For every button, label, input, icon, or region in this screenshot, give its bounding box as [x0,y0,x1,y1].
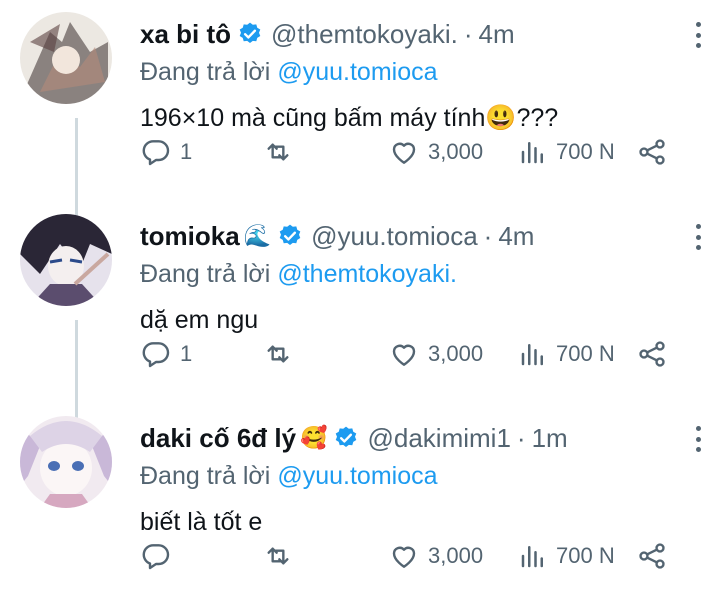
views-button[interactable]: 700 N [518,334,615,374]
heart-icon [392,344,416,366]
reply-button[interactable]: 1 [140,132,192,172]
timestamp[interactable]: 4m [498,221,534,252]
separator-dot: · [463,18,473,49]
retweet-button[interactable] [262,132,302,172]
verified-badge-icon [237,21,263,47]
replying-to-label: Đang trả lời [140,57,271,86]
name-emoji: 🌊 [243,223,272,248]
retweet-button[interactable] [262,334,302,374]
view-count: 700 N [556,341,615,366]
avatar[interactable] [20,416,112,508]
reply-button[interactable] [140,536,180,576]
replying-to: Đang trả lời @yuu.tomioca [140,458,690,494]
replying-to: Đang trả lời @themtokoyaki. [140,256,690,292]
retweet-button[interactable] [262,536,302,576]
replying-to: Đang trả lời @yuu.tomioca [140,54,690,90]
reply-count: 1 [180,139,193,164]
user-handle[interactable]: @dakimimi1 [367,423,510,454]
action-bar: 1 3,000 700 N [140,132,700,172]
share-button[interactable] [636,132,668,172]
share-icon [639,341,665,367]
tweet[interactable]: xa bi tô @themtokoyaki. · 4m Đang trả lờ… [0,0,720,200]
user-handle[interactable]: @themtokoyaki. [271,19,458,50]
reply-button[interactable]: 1 [140,334,192,374]
display-name[interactable]: xa bi tô [140,19,231,50]
views-icon [521,546,543,568]
more-icon[interactable] [686,220,710,254]
replying-to-label: Đang trả lời [140,461,271,490]
view-count: 700 N [556,543,615,568]
display-name[interactable]: tomioka [140,221,240,252]
display-name[interactable]: daki cố 6đ lý [140,423,296,454]
user-handle[interactable]: @yuu.tomioca [311,221,478,252]
separator-dot: · [483,220,493,251]
action-bar: 1 3,000 700 N [140,334,700,374]
view-count: 700 N [556,139,615,164]
replying-to-label: Đang trả lời [140,259,271,288]
like-count: 3,000 [428,341,484,366]
replying-to-handle[interactable]: @yuu.tomioca [277,462,437,491]
share-button[interactable] [636,536,668,576]
heart-icon [392,142,416,164]
avatar[interactable] [20,12,112,104]
views-icon [521,344,543,366]
more-icon[interactable] [686,18,710,52]
verified-badge-icon [333,425,359,451]
reply-count: 1 [180,341,193,366]
views-button[interactable]: 700 N [518,536,615,576]
like-count: 3,000 [428,543,484,568]
reply-icon [142,342,170,368]
share-button[interactable] [636,334,668,374]
action-bar: 3,000 700 N [140,536,700,576]
like-button[interactable]: 3,000 [388,132,483,172]
tweet[interactable]: tomioka 🌊 @yuu.tomioca · 4m Đang trả lời… [0,202,720,402]
timestamp[interactable]: 4m [479,19,515,50]
like-button[interactable]: 3,000 [388,536,483,576]
share-icon [639,139,665,165]
reply-icon [142,140,170,166]
reply-icon [142,544,170,570]
heart-icon [392,546,416,568]
tweet[interactable]: daki cố 6đ lý 🥰 @dakimimi1 · 1m Đang trả… [0,404,720,604]
replying-to-handle[interactable]: @yuu.tomioca [277,58,437,87]
views-button[interactable]: 700 N [518,132,615,172]
retweet-icon [267,143,289,161]
replying-to-handle[interactable]: @themtokoyaki. [277,260,457,289]
more-icon[interactable] [686,422,710,456]
like-button[interactable]: 3,000 [388,334,483,374]
separator-dot: · [516,422,526,453]
name-emoji: 🥰 [300,425,328,450]
like-count: 3,000 [428,139,484,164]
share-icon [639,543,665,569]
avatar[interactable] [20,214,112,306]
retweet-icon [267,345,289,363]
retweet-icon [267,547,289,565]
views-icon [521,142,543,164]
timestamp[interactable]: 1m [532,423,568,454]
verified-badge-icon [277,223,303,249]
